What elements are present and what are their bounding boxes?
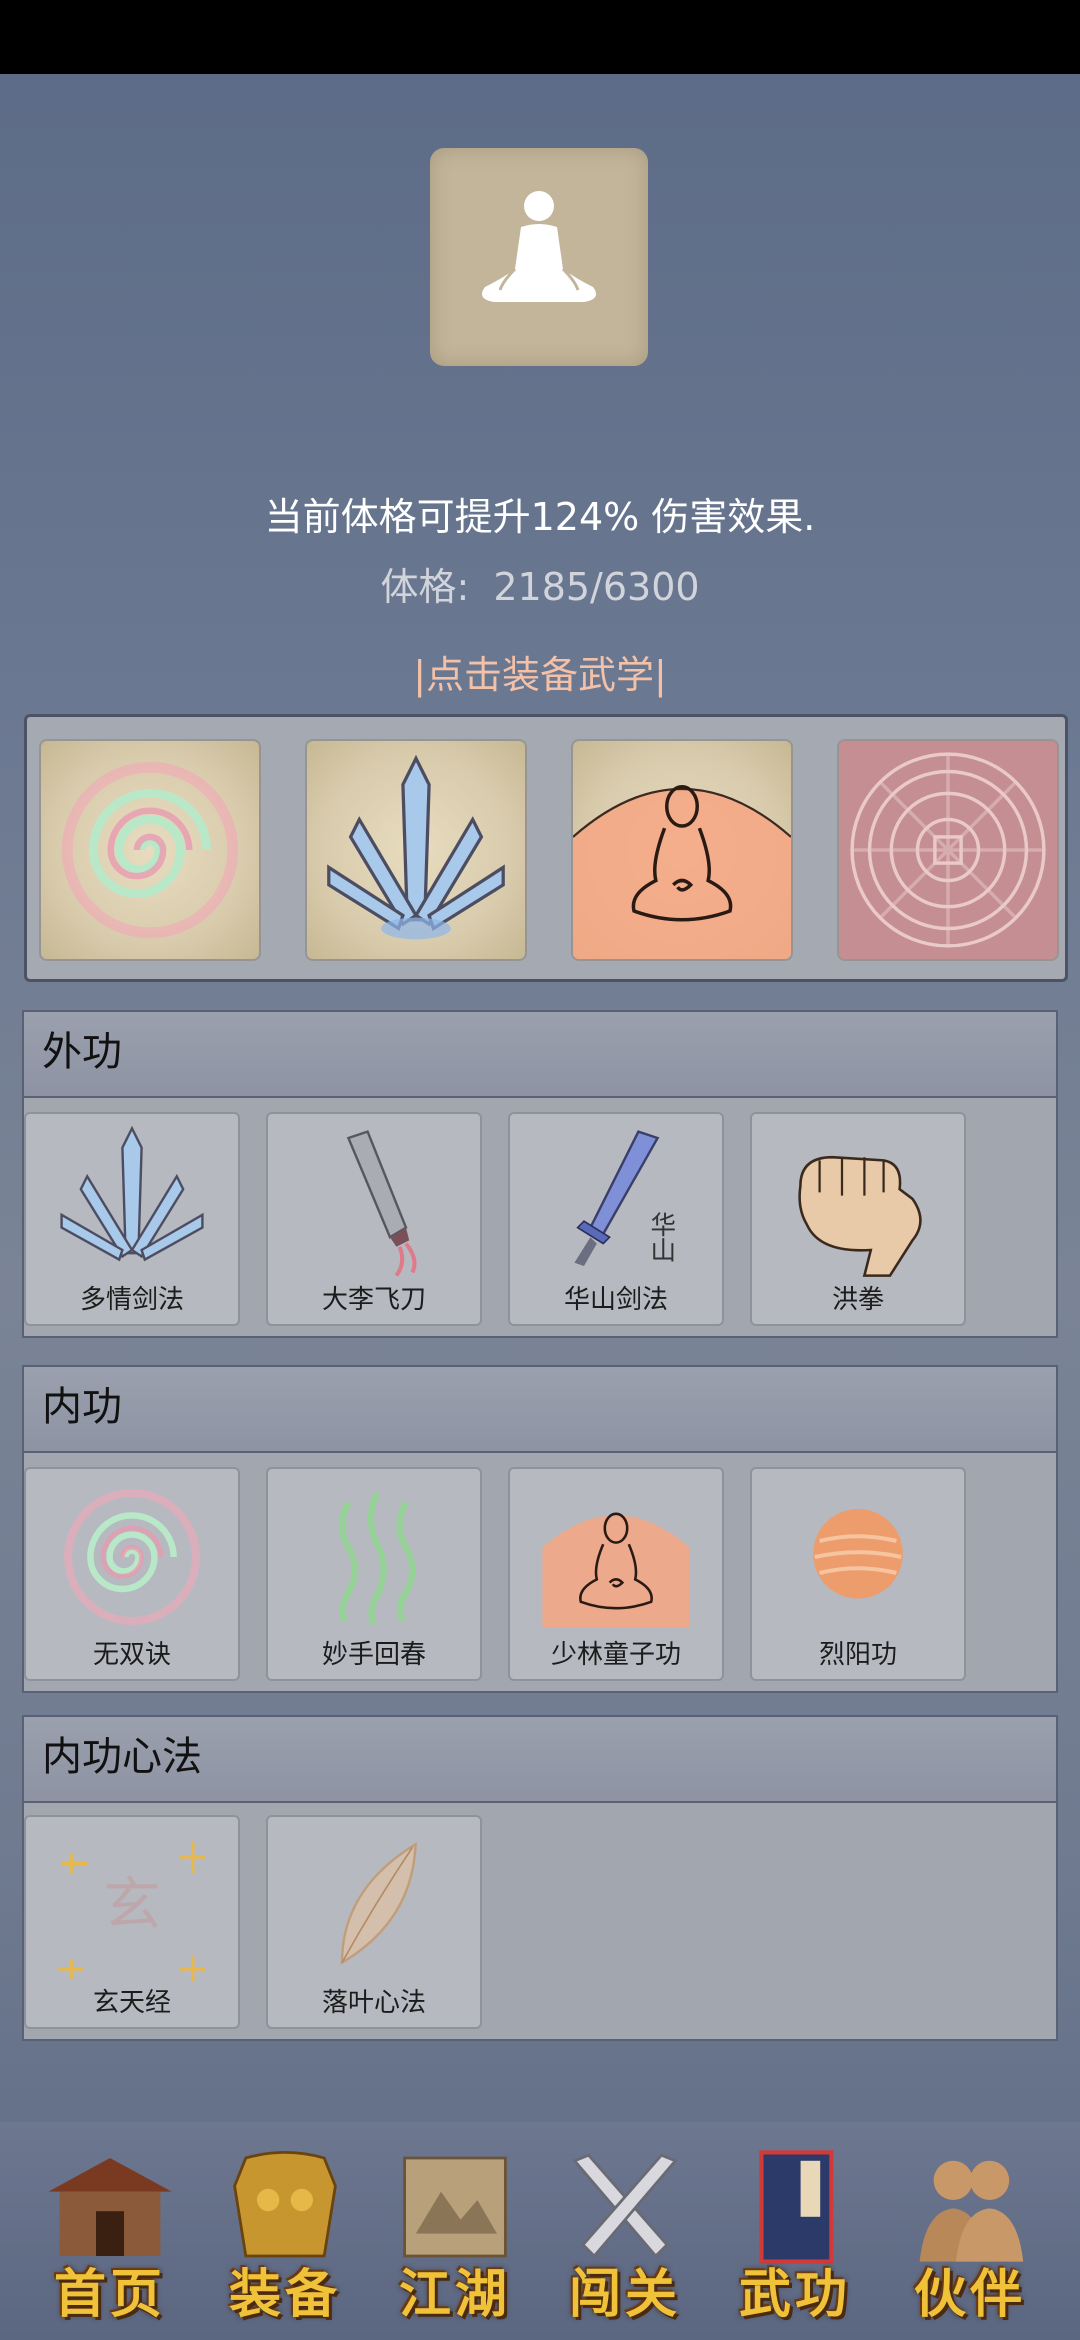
skill-name: 妙手回春 <box>321 1640 426 1670</box>
skill-name: 洪拳 <box>831 1285 884 1315</box>
nav-martial-arts[interactable]: 武功 <box>715 2142 875 2332</box>
equip-martial-arts-link[interactable]: |点击装备武学| <box>0 644 1080 699</box>
spiral-icon <box>61 761 239 939</box>
skill-card[interactable]: 玄 玄天经 <box>24 1815 240 2029</box>
nav-home[interactable]: 首页 <box>30 2142 190 2332</box>
damage-buff-text: 当前体格可提升124% 伤害效果. <box>264 495 816 539</box>
section-title: 外功 <box>24 1012 1056 1098</box>
nav-challenge[interactable]: 闯关 <box>545 2142 705 2332</box>
skill-card[interactable]: 华山 华山剑法 <box>508 1112 724 1326</box>
blue-sword-icon: 华山 <box>574 1130 676 1266</box>
flying-knife-icon <box>346 1130 417 1277</box>
constitution-stat: 体格: 2185/6300 <box>0 556 1080 611</box>
xuan-scroll-icon: 玄 <box>58 1841 206 1982</box>
equipped-skills-bar <box>24 714 1068 982</box>
constitution-value: 2185/6300 <box>493 565 700 609</box>
nav-jianghu[interactable]: 江湖 <box>375 2142 535 2332</box>
constitution-label: 体格: <box>380 565 470 609</box>
skill-card[interactable]: 妙手回春 <box>266 1467 482 1681</box>
nav-label: 伙伴 <box>913 2264 1026 2325</box>
meditating-monk-icon <box>573 785 791 959</box>
nav-label: 装备 <box>228 2264 341 2325</box>
skill-card[interactable]: 无双诀 <box>24 1467 240 1681</box>
nav-label: 江湖 <box>398 2264 511 2325</box>
equipped-slot-2[interactable] <box>307 741 525 959</box>
spiral-icon <box>64 1489 200 1625</box>
nav-companions[interactable]: 伙伴 <box>890 2142 1050 2332</box>
skill-name: 烈阳功 <box>818 1640 897 1670</box>
meditating-monk-icon <box>542 1512 690 1628</box>
fist-icon <box>798 1155 922 1277</box>
section-title: 内功 <box>24 1367 1056 1453</box>
character-avatar[interactable] <box>430 148 648 366</box>
leaf-icon <box>340 1842 417 1965</box>
skill-name: 多情剑法 <box>79 1285 184 1315</box>
equipped-slot-1[interactable] <box>41 741 259 959</box>
section-internal-skills: 内功 无双诀 妙手回春 少林童子功 烈阳功 <box>22 1365 1058 1693</box>
section-mind-methods: 内功心法 玄 玄天经 落叶心法 <box>22 1715 1058 2041</box>
skill-name: 大李飞刀 <box>321 1285 426 1315</box>
xuan-glyph: 玄 <box>103 1871 161 1938</box>
meditation-figure-icon <box>482 191 596 302</box>
skill-name: 玄天经 <box>92 1988 171 2018</box>
section-title: 内功心法 <box>24 1717 1056 1803</box>
sword-icon-text: 华山 <box>646 1211 676 1263</box>
crystal-blades-icon <box>327 754 505 940</box>
nav-label: 闯关 <box>568 2264 681 2325</box>
aztec-calendar-icon <box>839 741 1057 959</box>
equipped-slot-4[interactable] <box>839 741 1057 959</box>
equipped-slot-3[interactable] <box>573 741 791 959</box>
bottom-navigation: 首页 装备 江湖 闯关 武功 伙伴 <box>0 2122 1080 2340</box>
nav-equipment[interactable]: 装备 <box>205 2142 365 2332</box>
skill-card[interactable]: 少林童子功 <box>508 1467 724 1681</box>
skill-name: 少林童子功 <box>550 1640 681 1670</box>
skill-card[interactable]: 洪拳 <box>750 1112 966 1326</box>
skill-card[interactable]: 落叶心法 <box>266 1815 482 2029</box>
crystal-blades-icon <box>60 1125 204 1262</box>
skill-name: 落叶心法 <box>321 1988 426 2018</box>
section-external-skills: 外功 多情剑法 大李飞刀 华山 华山剑法 洪拳 <box>22 1010 1058 1338</box>
nav-label: 首页 <box>53 2264 166 2325</box>
sun-orb-icon <box>813 1509 903 1599</box>
nav-label: 武功 <box>738 2264 851 2325</box>
skill-name: 华山剑法 <box>563 1285 668 1315</box>
skill-card[interactable]: 大李飞刀 <box>266 1112 482 1326</box>
skill-card[interactable]: 多情剑法 <box>24 1112 240 1326</box>
status-bar <box>0 0 1080 74</box>
healing-waves-icon <box>338 1491 416 1626</box>
skill-card[interactable]: 烈阳功 <box>750 1467 966 1681</box>
skill-name: 无双诀 <box>92 1640 171 1670</box>
